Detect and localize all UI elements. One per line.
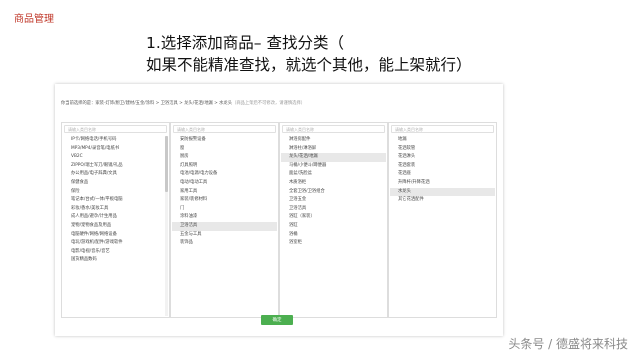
category-item[interactable]: 卫浴洁具 <box>172 221 277 231</box>
category-item[interactable]: 淋浴柱/淋浴屏 <box>281 145 386 154</box>
category-item[interactable]: 电玩/游戏机/配件/游戏软件 <box>63 239 168 248</box>
category-item[interactable]: 国货精品数码 <box>63 256 168 265</box>
category-item[interactable]: 地漏 <box>390 136 495 145</box>
scrollbar-thumb[interactable] <box>165 136 168 192</box>
category-item[interactable]: 马桶/小便斗/蹲便器 <box>281 162 386 171</box>
category-column-2: 安防报警设备窗厨房灯具照明电池/电源/电力设备电动/电动工具家用工具家装/装修材… <box>170 122 279 318</box>
category-item[interactable]: 灯具照明 <box>172 162 277 171</box>
category-search-input[interactable] <box>391 125 494 133</box>
category-item[interactable]: 办公用品/电子辞典/文具 <box>63 170 168 179</box>
category-item[interactable]: 浴室柜 <box>281 239 386 248</box>
category-item[interactable]: 涂料油漆 <box>172 213 277 222</box>
category-item[interactable]: 电脑硬件/网络/网络设备 <box>63 231 168 240</box>
confirm-button[interactable]: 确定 <box>261 315 293 325</box>
category-item[interactable]: 保健食品 <box>63 179 168 188</box>
category-list: 地漏 花洒软管 花洒淋头 花洒套装 花洒座 升降杆/升降花洒 水龙头 其它花洒配件 <box>390 136 495 205</box>
category-column-4: 地漏花洒软管花洒淋头花洒套装花洒座升降杆/升降花洒水龙头其它花洒配件 <box>388 122 497 318</box>
category-search-input[interactable] <box>64 125 167 133</box>
category-item[interactable]: 成人用品/避孕/计生用品 <box>63 213 168 222</box>
category-item[interactable]: 全套卫浴/卫浴组合 <box>281 188 386 197</box>
category-item[interactable]: 彩妆/香水/美妆工具 <box>63 205 168 214</box>
instruction-line-2: 如果不能精准查找，就选个其他，能上架就行） <box>146 56 472 74</box>
category-item[interactable]: 花洒套装 <box>390 162 495 171</box>
category-item[interactable]: 门 <box>172 205 277 214</box>
category-item[interactable]: 电影/电视/音乐/音艺 <box>63 248 168 257</box>
category-item[interactable]: 木质浴柜 <box>281 179 386 188</box>
scrollbar[interactable] <box>165 136 168 316</box>
breadcrumb-hint: （商品上架后不可修改，请谨慎选择） <box>232 101 306 106</box>
category-list: IP卡/网络电话/手机号码 MP3/MP4/录音笔/电纸书 VB2C ZIPPO/瑞士… <box>63 136 168 265</box>
category-item[interactable]: 浴桶 <box>281 231 386 240</box>
category-item[interactable]: 花洒座 <box>390 170 495 179</box>
instruction-line-1: 1.选择添加商品– 查找分类（ <box>146 34 344 52</box>
category-item[interactable]: 家用工具 <box>172 188 277 197</box>
category-column-1: IP卡/网络电话/手机号码MP3/MP4/录音笔/电纸书VB2CZIPPO/瑞士… <box>61 122 170 318</box>
category-list: 安防报警设备窗厨房 灯具照明 电池/电源/电力设备 电动/电动工具 家用工具 家装/装修材… <box>172 136 277 248</box>
category-item[interactable]: 龙头/花洒/地漏 <box>281 153 386 162</box>
category-search-input[interactable] <box>173 125 276 133</box>
category-item[interactable]: 电池/电源/电力设备 <box>172 170 277 179</box>
watermark: 头条号 / 德盛将来科技 <box>508 337 628 351</box>
category-search-input[interactable] <box>282 125 385 133</box>
page-tag: 商品管理 <box>14 14 54 25</box>
category-item[interactable]: 花洒软管 <box>390 145 495 154</box>
category-item[interactable]: 装饰品 <box>172 239 277 248</box>
category-item[interactable]: VB2C <box>63 153 168 162</box>
category-item[interactable]: 卫浴五金 <box>281 196 386 205</box>
category-item[interactable]: 家装/装修材料 <box>172 196 277 205</box>
category-item[interactable]: 花洒淋头 <box>390 153 495 162</box>
category-column-3: 淋浴房配件淋浴柱/淋浴屏龙头/花洒/地漏马桶/小便斗/蹲便器面盆/洗脸盆木质浴柜… <box>279 122 388 318</box>
category-item[interactable]: 其它花洒配件 <box>390 196 495 205</box>
category-item[interactable]: 电动/电动工具 <box>172 179 277 188</box>
breadcrumb-path: 家装-灯饰/厨卫/建材/五金/涂料 > 卫浴洁具 > 龙头/花洒/地漏 > 水龙… <box>95 101 233 106</box>
category-item[interactable]: 窗 <box>172 145 277 154</box>
category-item[interactable]: 保险 <box>63 188 168 197</box>
category-item[interactable]: 淋浴房配件 <box>281 136 386 145</box>
category-item[interactable]: 五金与工具 <box>172 231 277 240</box>
breadcrumb: 你当前选择的是：家装-灯饰/厨卫/建材/五金/涂料 > 卫浴洁具 > 龙头/花洒… <box>61 100 497 106</box>
instruction-heading: 1.选择添加商品– 查找分类（ 如果不能精准查找，就选个其他，能上架就行） <box>146 32 472 76</box>
category-item[interactable]: 厨房 <box>172 153 277 162</box>
category-item[interactable]: 宠物/宠物食品及用品 <box>63 222 168 231</box>
category-item[interactable]: 面盆/洗脸盆 <box>281 170 386 179</box>
category-item[interactable]: IP卡/网络电话/手机号码 <box>63 136 168 145</box>
category-item[interactable]: 笔记本/台式/一体/平板电脑 <box>63 196 168 205</box>
category-item[interactable]: 浴缸（家装） <box>281 213 386 222</box>
category-item[interactable]: 安防报警设备 <box>172 136 277 145</box>
category-item[interactable]: MP3/MP4/录音笔/电纸书 <box>63 145 168 154</box>
category-list: 淋浴房配件 淋浴柱/淋浴屏 龙头/花洒/地漏 马桶/小便斗/蹲便器 面盆/洗脸盆 木质浴柜… <box>281 136 386 248</box>
category-panel: 你当前选择的是：家装-灯饰/厨卫/建材/五金/涂料 > 卫浴洁具 > 龙头/花洒… <box>55 84 503 336</box>
breadcrumb-prefix: 你当前选择的是： <box>61 101 96 106</box>
category-item[interactable]: 卫浴洁具 <box>281 205 386 214</box>
category-item[interactable]: 升降杆/升降花洒 <box>390 179 495 188</box>
category-item[interactable]: 浴缸 <box>281 222 386 231</box>
category-item[interactable]: ZIPPO/瑞士军刀/眼镜/礼品 <box>63 162 168 171</box>
category-item[interactable]: 水龙头 <box>390 187 495 197</box>
